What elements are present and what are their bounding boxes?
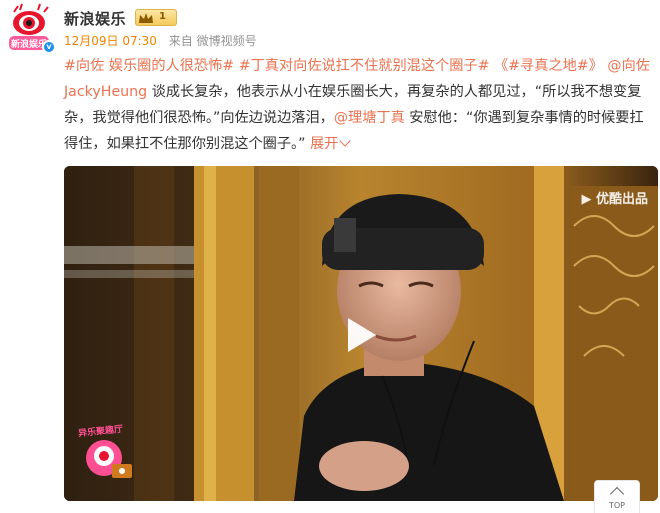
- author-name[interactable]: 新浪娱乐: [64, 8, 126, 29]
- play-icon[interactable]: [336, 312, 382, 358]
- user-level-badge[interactable]: 1: [135, 9, 177, 26]
- level-number: 1: [159, 11, 166, 22]
- back-to-top-label: TOP: [608, 501, 625, 510]
- author-avatar[interactable]: 新浪娱乐 v: [4, 2, 56, 54]
- watermark-text: 优酷出品: [595, 192, 648, 207]
- post-source: 来自 微博视频号: [168, 34, 257, 48]
- expand-label: 展开: [309, 136, 339, 152]
- topic-link[interactable]: 《#寻真之地#》: [494, 58, 603, 74]
- youku-watermark: ▶ 优酷出品: [581, 188, 648, 207]
- topic-link[interactable]: #向佐 娱乐圈的人很恐怖#: [64, 58, 234, 74]
- verified-badge-icon: v: [42, 40, 56, 54]
- post-text: #向佐 娱乐圈的人很恐怖# #丁真对向佐说扛不住就别混这个圈子# 《#寻真之地#…: [64, 53, 654, 157]
- mention-link[interactable]: @理塘丁真: [334, 110, 405, 126]
- video-player[interactable]: ▶ 优酷出品 异乐聚趣厅: [64, 166, 658, 501]
- expand-button[interactable]: 展开: [309, 135, 352, 152]
- chevron-down-icon: [339, 135, 352, 147]
- back-to-top-button[interactable]: TOP: [594, 480, 640, 513]
- crown-icon: [139, 13, 153, 23]
- post-meta: 12月09日 07:30 来自 微博视频号: [64, 32, 257, 49]
- weibo-post-card: 新浪娱乐 v 新浪娱乐 1 12月09日 07:30 来自 微博视频号 #向佐 …: [0, 0, 660, 513]
- topic-link[interactable]: #丁真对向佐说扛不住就别混这个圈子#: [239, 58, 490, 74]
- arrow-up-icon: [609, 486, 625, 502]
- youku-icon: ▶: [581, 192, 596, 207]
- post-timestamp[interactable]: 12月09日 07:30: [64, 34, 157, 48]
